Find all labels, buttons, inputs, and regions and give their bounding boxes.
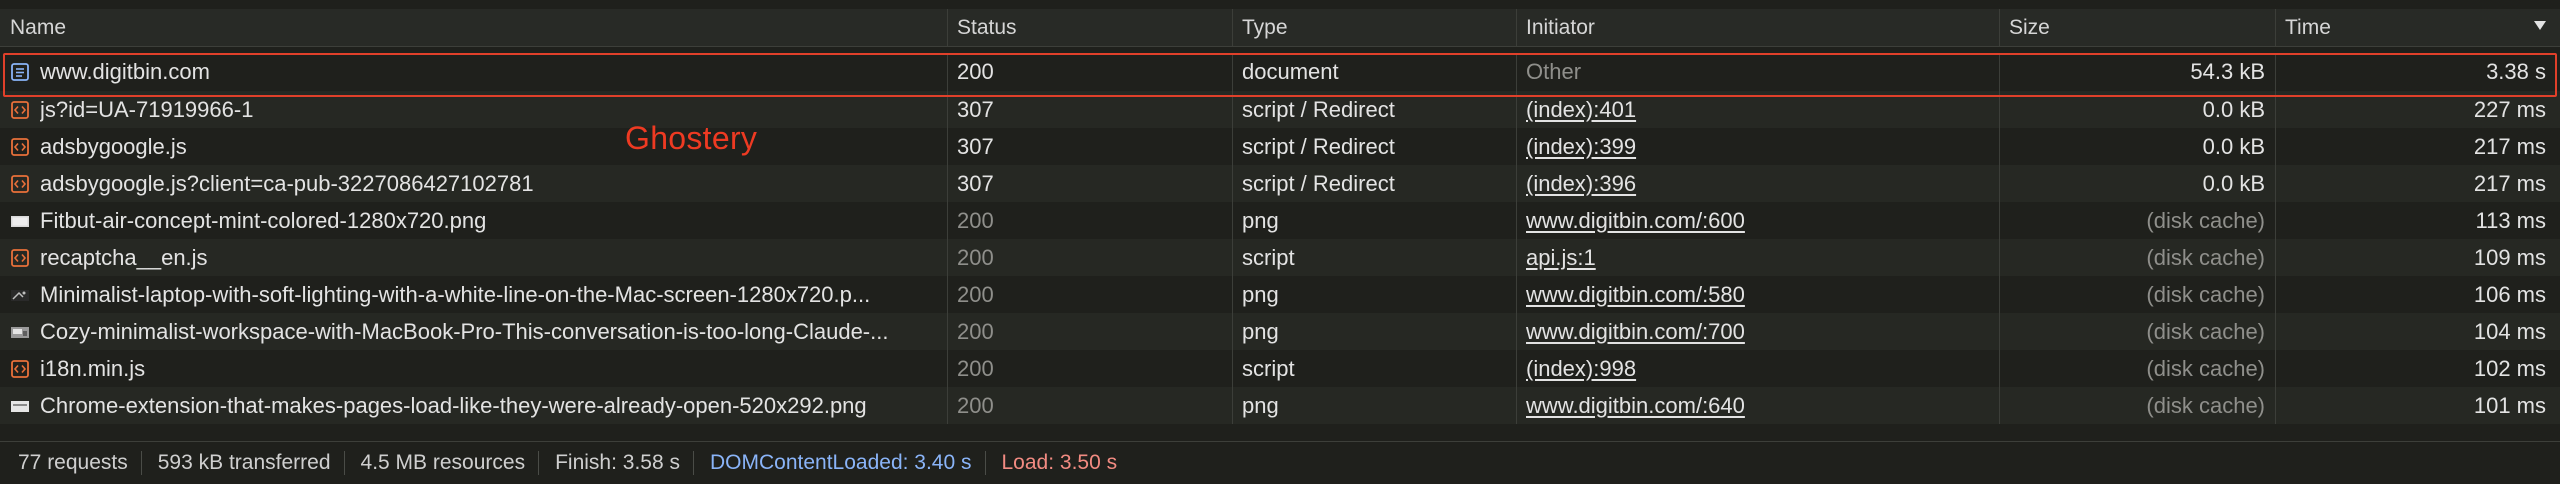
script-icon xyxy=(10,174,30,194)
request-type: png xyxy=(1242,392,1279,418)
request-size: (disk cache) xyxy=(2146,207,2265,233)
request-name: recaptcha__en.js xyxy=(40,244,208,270)
table-row[interactable]: Chrome-extension-that-makes-pages-load-l… xyxy=(0,387,2560,424)
request-size: (disk cache) xyxy=(2146,318,2265,344)
initiator-link[interactable]: (index):401 xyxy=(1526,97,1636,123)
column-header-type[interactable]: Type xyxy=(1233,9,1517,46)
load-time: Load: 3.50 s xyxy=(1001,451,1118,474)
dom-content-loaded-time: DOMContentLoaded: 3.40 s xyxy=(694,451,986,475)
request-type: png xyxy=(1242,318,1279,344)
request-time: 106 ms xyxy=(2473,281,2546,307)
sort-descending-icon xyxy=(2534,21,2546,30)
request-size: 0.0 kB xyxy=(2202,170,2265,196)
request-status: 200 xyxy=(957,355,994,381)
request-type: script / Redirect xyxy=(1242,170,1395,196)
status-bar: 77 requests 593 kB transferred 4.5 MB re… xyxy=(0,441,2560,484)
request-name: js?id=UA-71919966-1 xyxy=(40,96,254,122)
initiator-link[interactable]: (index):998 xyxy=(1526,356,1636,382)
image-icon xyxy=(10,396,30,416)
request-type: png xyxy=(1242,281,1279,307)
request-name: Chrome-extension-that-makes-pages-load-l… xyxy=(40,392,867,418)
request-size: (disk cache) xyxy=(2146,392,2265,418)
request-name: Fitbut-air-concept-mint-colored-1280x720… xyxy=(40,207,487,233)
request-initiator: Other xyxy=(1526,59,1582,84)
request-name: Cozy-minimalist-workspace-with-MacBook-P… xyxy=(40,318,889,344)
initiator-link[interactable]: (index):396 xyxy=(1526,171,1636,197)
initiator-link[interactable]: (index):399 xyxy=(1526,134,1636,160)
request-time: 109 ms xyxy=(2473,244,2546,270)
initiator-link[interactable]: www.digitbin.com/:600 xyxy=(1526,208,1745,234)
resources-size: 4.5 MB resources xyxy=(345,451,540,475)
request-name: adsbygoogle.js xyxy=(40,133,187,159)
request-name: Minimalist-laptop-with-soft-lighting-wit… xyxy=(40,281,871,307)
request-status: 200 xyxy=(957,392,994,418)
request-time: 104 ms xyxy=(2473,318,2546,344)
request-time: 102 ms xyxy=(2473,355,2546,381)
request-status: 200 xyxy=(957,244,994,270)
table-row[interactable]: adsbygoogle.js?client=ca-pub-32270864271… xyxy=(0,165,2560,202)
image-icon xyxy=(10,322,30,342)
document-icon xyxy=(10,62,30,82)
request-size: 54.3 kB xyxy=(2190,59,2265,84)
initiator-link[interactable]: api.js:1 xyxy=(1526,245,1596,271)
table-row[interactable]: www.digitbin.com 200 document Other 54.3… xyxy=(0,53,2560,91)
request-status: 200 xyxy=(957,318,994,344)
request-status: 200 xyxy=(957,207,994,233)
request-time: 217 ms xyxy=(2473,133,2546,159)
request-size: (disk cache) xyxy=(2146,281,2265,307)
request-status: 307 xyxy=(957,133,994,159)
transferred-size: 593 kB transferred xyxy=(142,451,345,475)
column-header-status[interactable]: Status xyxy=(948,9,1233,46)
request-status: 307 xyxy=(957,96,994,122)
finish-time: Finish: 3.58 s xyxy=(539,451,694,475)
table-row[interactable]: recaptcha__en.js 200 script api.js:1 (di… xyxy=(0,239,2560,276)
request-type: script xyxy=(1242,244,1295,270)
image-icon xyxy=(10,211,30,231)
request-name: adsbygoogle.js?client=ca-pub-32270864271… xyxy=(40,170,534,196)
request-size: 0.0 kB xyxy=(2202,96,2265,122)
request-time: 227 ms xyxy=(2473,96,2546,122)
request-status: 200 xyxy=(957,281,994,307)
request-time: 113 ms xyxy=(2475,207,2546,233)
request-type: script xyxy=(1242,355,1295,381)
column-header-time[interactable]: Time xyxy=(2276,9,2560,46)
request-type: script / Redirect xyxy=(1242,96,1395,122)
request-size: (disk cache) xyxy=(2146,355,2265,381)
request-type: document xyxy=(1242,59,1339,84)
request-table: Name Status Type Initiator Size Time www… xyxy=(0,0,2560,426)
script-icon xyxy=(10,359,30,379)
table-row[interactable]: Minimalist-laptop-with-soft-lighting-wit… xyxy=(0,276,2560,313)
request-size: (disk cache) xyxy=(2146,244,2265,270)
table-row[interactable]: adsbygoogle.js 307 script / Redirect (in… xyxy=(0,128,2560,165)
request-type: png xyxy=(1242,207,1279,233)
request-time: 217 ms xyxy=(2473,170,2546,196)
request-time: 3.38 s xyxy=(2486,59,2546,84)
script-icon xyxy=(10,100,30,120)
image-icon xyxy=(10,285,30,305)
script-icon xyxy=(10,248,30,268)
requests-count: 77 requests xyxy=(0,451,142,475)
ghostery-annotation: Ghostery xyxy=(625,120,758,156)
request-status: 307 xyxy=(957,170,994,196)
request-status: 200 xyxy=(957,59,994,84)
table-header: Name Status Type Initiator Size Time xyxy=(0,9,2560,47)
initiator-link[interactable]: www.digitbin.com/:580 xyxy=(1526,282,1745,308)
request-type: script / Redirect xyxy=(1242,133,1395,159)
column-header-name[interactable]: Name xyxy=(0,9,948,46)
column-header-size[interactable]: Size xyxy=(2000,9,2276,46)
initiator-link[interactable]: www.digitbin.com/:700 xyxy=(1526,319,1745,345)
request-name: i18n.min.js xyxy=(40,355,146,381)
network-panel: Name Status Type Initiator Size Time www… xyxy=(0,0,2560,484)
table-row[interactable]: Fitbut-air-concept-mint-colored-1280x720… xyxy=(0,202,2560,239)
table-row[interactable]: Cozy-minimalist-workspace-with-MacBook-P… xyxy=(0,313,2560,350)
initiator-link[interactable]: www.digitbin.com/:640 xyxy=(1526,393,1745,419)
table-row[interactable]: i18n.min.js 200 script (index):998 (disk… xyxy=(0,350,2560,387)
column-header-initiator[interactable]: Initiator xyxy=(1517,9,2000,46)
table-row[interactable]: js?id=UA-71919966-1 307 script / Redirec… xyxy=(0,91,2560,128)
script-icon xyxy=(10,137,30,157)
request-name: www.digitbin.com xyxy=(40,59,210,84)
request-size: 0.0 kB xyxy=(2202,133,2265,159)
request-time: 101 ms xyxy=(2473,392,2546,418)
